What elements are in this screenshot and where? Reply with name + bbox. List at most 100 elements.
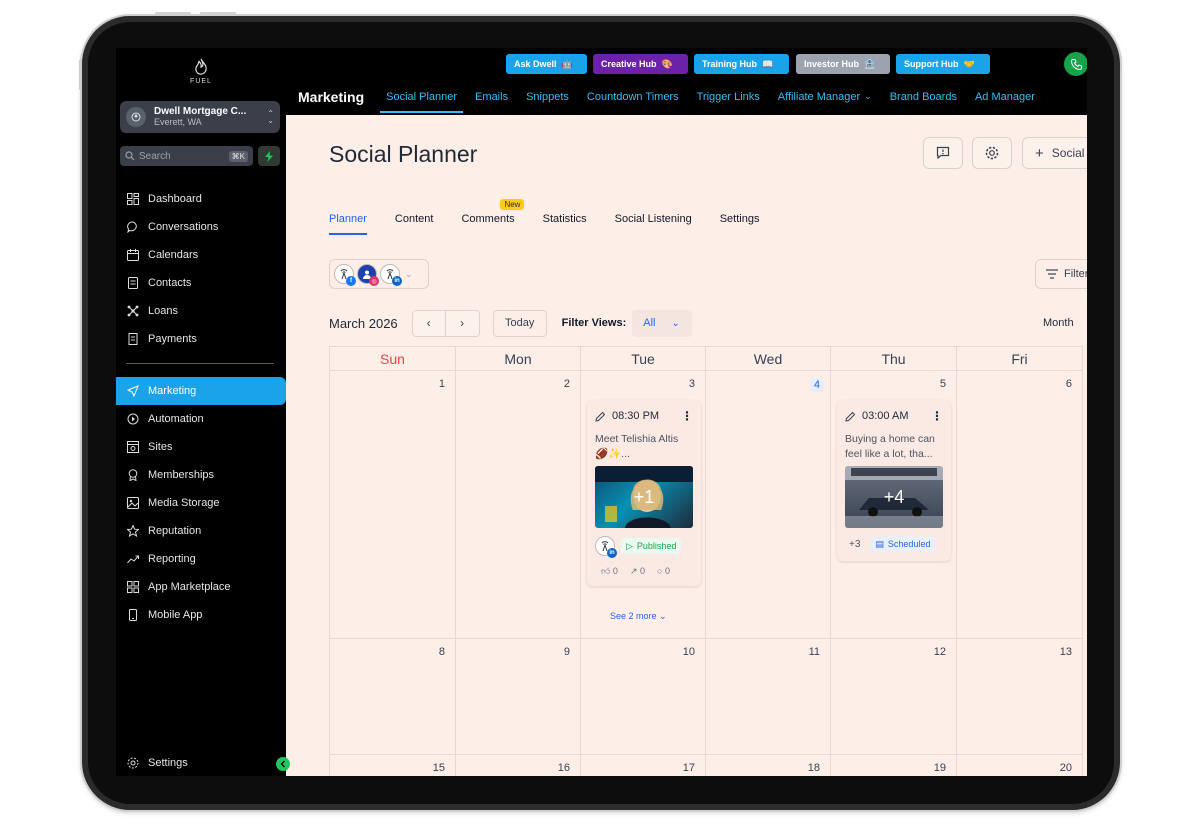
day-cell[interactable]: 16 bbox=[456, 755, 581, 776]
tab-social-listening[interactable]: Social Listening bbox=[615, 213, 692, 233]
sidebar-item-loans[interactable]: Loans bbox=[116, 297, 286, 325]
creative-hub-button[interactable]: Creative Hub 🎨 bbox=[593, 54, 688, 74]
day-cell[interactable]: 11 bbox=[706, 639, 831, 755]
settings-button[interactable] bbox=[972, 137, 1012, 169]
investor-hub-button[interactable]: Investor Hub 🏦 bbox=[796, 54, 890, 74]
post-text: Meet Telishia Altis 🏈✨... bbox=[595, 433, 679, 460]
chevron-right-icon: › bbox=[460, 316, 465, 330]
day-cell[interactable]: 17 bbox=[581, 755, 706, 776]
day-cell[interactable]: 8 bbox=[330, 639, 456, 755]
day-number: 20 bbox=[1059, 762, 1072, 774]
sidebar-item-sites[interactable]: Sites bbox=[116, 433, 286, 461]
tab-statistics[interactable]: Statistics bbox=[543, 213, 587, 233]
sidebar-item-payments[interactable]: Payments bbox=[116, 325, 286, 353]
day-cell[interactable]: 13 bbox=[957, 639, 1083, 755]
view-mode-select[interactable]: Month bbox=[1043, 317, 1074, 329]
topnav-social-planner[interactable]: Social Planner bbox=[380, 78, 463, 115]
status-badge: ▷ Published bbox=[621, 538, 682, 554]
sidebar-item-contacts[interactable]: Contacts bbox=[116, 269, 286, 297]
tab-planner[interactable]: Planner bbox=[329, 213, 367, 235]
sidebar-item-media-storage[interactable]: Media Storage bbox=[116, 489, 286, 517]
post-media-thumbnail[interactable]: +4 bbox=[845, 466, 943, 528]
hub-label: Creative Hub bbox=[601, 59, 657, 69]
more-options-icon[interactable]: ⋮ bbox=[931, 409, 943, 423]
contacts-icon bbox=[126, 276, 140, 290]
topnav-ad-manager[interactable]: Ad Manager bbox=[975, 78, 1035, 115]
day-cell[interactable]: 9 bbox=[456, 639, 581, 755]
see-more-link[interactable]: See 2 more ⌄ bbox=[610, 611, 667, 622]
handshake-icon: 🤝 bbox=[963, 58, 975, 69]
sidebar-item-conversations[interactable]: Conversations bbox=[116, 213, 286, 241]
post-media-thumbnail[interactable]: +1 bbox=[595, 466, 693, 528]
phone-button[interactable] bbox=[1064, 52, 1087, 76]
sidebar-item-label: Dashboard bbox=[148, 193, 202, 205]
calendar-toolbar: March 2026 ‹ › Today Filter Views: All ⌄… bbox=[329, 309, 1087, 337]
day-cell[interactable]: 6 bbox=[957, 371, 1083, 639]
prev-month-button[interactable]: ‹ bbox=[411, 309, 446, 337]
day-cell[interactable]: 2 bbox=[456, 371, 581, 639]
support-hub-button[interactable]: Support Hub 🤝 bbox=[896, 54, 990, 74]
training-hub-button[interactable]: Training Hub 📖 bbox=[694, 54, 789, 74]
topnav-snippets[interactable]: Snippets bbox=[526, 78, 569, 115]
more-options-icon[interactable]: ⋮ bbox=[681, 409, 693, 423]
sidebar-item-settings[interactable]: Settings bbox=[116, 749, 286, 776]
social-accounts-selector[interactable]: f ◎ in ⌄ bbox=[329, 259, 429, 289]
day-number: 19 bbox=[933, 762, 946, 774]
topnav-countdown-timers[interactable]: Countdown Timers bbox=[587, 78, 679, 115]
post-time: 03:00 AM bbox=[862, 410, 909, 422]
chat-icon bbox=[126, 220, 140, 234]
social-button-label: Social bbox=[1051, 146, 1085, 160]
next-month-button[interactable]: › bbox=[445, 309, 480, 337]
quick-action-button[interactable] bbox=[258, 146, 280, 166]
tab-comments[interactable]: Comments New bbox=[461, 199, 525, 233]
day-cell[interactable]: 4 bbox=[706, 371, 831, 639]
feedback-button[interactable] bbox=[923, 137, 963, 169]
day-cell[interactable]: 15 bbox=[330, 755, 456, 776]
tab-settings[interactable]: Settings bbox=[720, 213, 760, 233]
account-switcher[interactable]: Dwell Mortgage C... Everett, WA ⌃ ⌄ bbox=[120, 101, 280, 133]
post-card[interactable]: 08:30 PM ⋮ Meet Telishia Altis 🏈✨... +1 … bbox=[587, 400, 701, 586]
sidebar-item-label: Sites bbox=[148, 441, 173, 453]
topnav-trigger-links[interactable]: Trigger Links bbox=[697, 78, 760, 115]
shares-metric: ↗ 0 bbox=[630, 566, 645, 577]
sidebar-item-dashboard[interactable]: Dashboard bbox=[116, 185, 286, 213]
sidebar-item-label: Loans bbox=[148, 305, 178, 317]
chevron-down-icon[interactable]: ⌄ bbox=[864, 78, 872, 115]
day-number: 9 bbox=[563, 646, 570, 658]
status-badge: ▤ Scheduled bbox=[870, 536, 936, 552]
day-cell[interactable]: 18 bbox=[706, 755, 831, 776]
filter-views-select[interactable]: All ⌄ bbox=[632, 309, 693, 337]
day-cell[interactable]: 10 bbox=[581, 639, 706, 755]
filter-views-label: Filter Views: bbox=[561, 317, 627, 329]
sidebar-item-marketing[interactable]: Marketing bbox=[116, 377, 286, 405]
sidebar-item-mobile-app[interactable]: Mobile App bbox=[116, 601, 286, 629]
ask-dwell-button[interactable]: Ask Dwell 🤖 bbox=[506, 54, 587, 74]
plus-icon: + bbox=[1035, 144, 1044, 162]
today-button[interactable]: Today bbox=[492, 309, 547, 337]
chevron-down-icon: ⌄ bbox=[405, 268, 413, 279]
search-input[interactable]: Search ⌘K bbox=[120, 146, 253, 166]
sidebar-item-app-marketplace[interactable]: App Marketplace bbox=[116, 573, 286, 601]
day-cell[interactable]: 1 bbox=[330, 371, 456, 639]
app-screen: FUEL Dwell Mortgage C... Everett, WA ⌃ ⌄ … bbox=[116, 48, 1087, 776]
topnav-brand-boards[interactable]: Brand Boards bbox=[890, 78, 957, 115]
sidebar-item-label: Conversations bbox=[148, 221, 219, 233]
day-number: 12 bbox=[933, 646, 946, 658]
sidebar-item-reputation[interactable]: Reputation bbox=[116, 517, 286, 545]
new-social-post-button[interactable]: + Social bbox=[1022, 137, 1087, 169]
day-cell[interactable]: 19 bbox=[831, 755, 957, 776]
topnav-affiliate-manager[interactable]: Affiliate Manager bbox=[778, 78, 860, 115]
filter-views-value: All bbox=[643, 317, 656, 329]
sidebar-item-automation[interactable]: Automation bbox=[116, 405, 286, 433]
filters-button[interactable]: Filters bbox=[1035, 259, 1087, 289]
day-cell[interactable]: 20 bbox=[957, 755, 1083, 776]
post-card[interactable]: 03:00 AM ⋮ Buying a home can feel like a… bbox=[837, 400, 951, 561]
sidebar-item-reporting[interactable]: Reporting bbox=[116, 545, 286, 573]
extra-media-count: +1 bbox=[633, 486, 655, 507]
sidebar-item-memberships[interactable]: Memberships bbox=[116, 461, 286, 489]
tab-content[interactable]: Content bbox=[395, 213, 434, 233]
sidebar-item-calendars[interactable]: Calendars bbox=[116, 241, 286, 269]
topnav-emails[interactable]: Emails bbox=[475, 78, 508, 115]
day-cell[interactable]: 12 bbox=[831, 639, 957, 755]
sidebar-item-label: Payments bbox=[148, 333, 197, 345]
